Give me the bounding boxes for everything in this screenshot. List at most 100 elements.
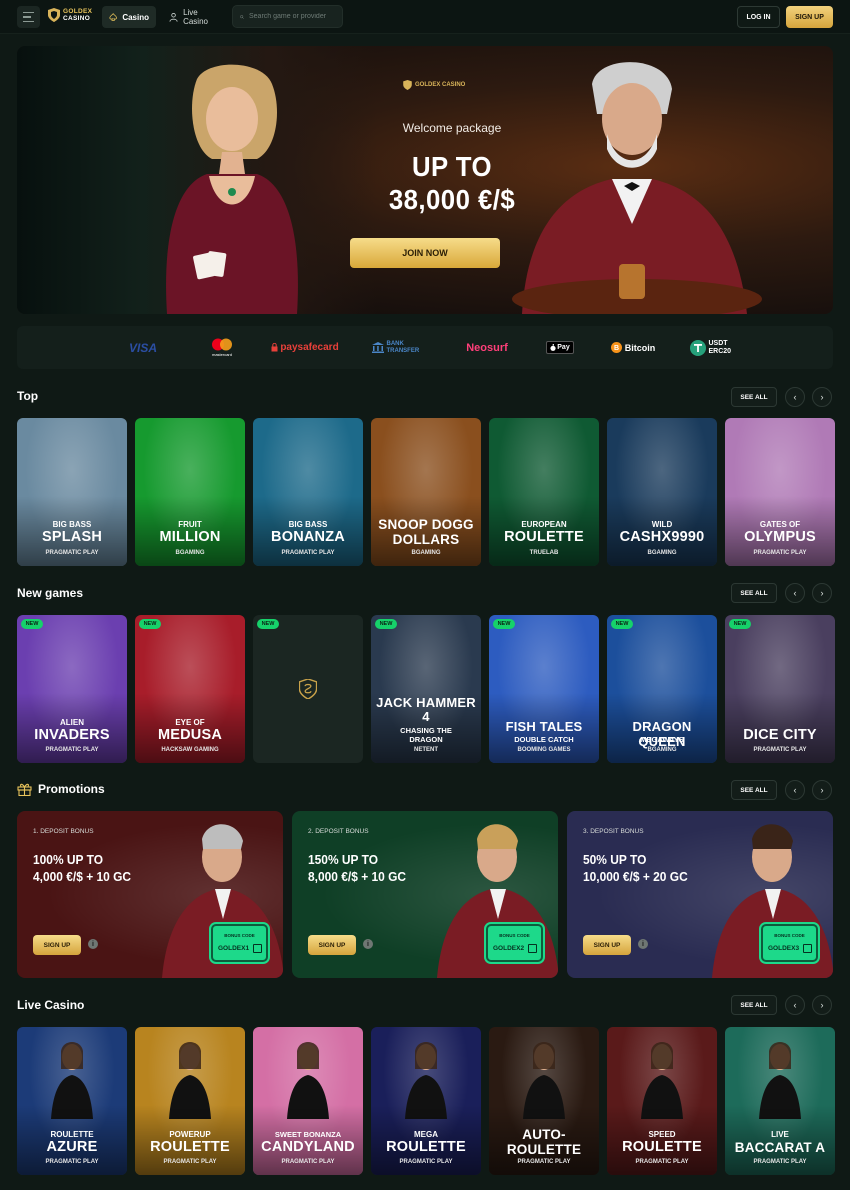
bonus-code-box[interactable]: BONUS CODE GOLDEX1 [211, 924, 268, 962]
game-provider: BGAMING [411, 550, 441, 556]
game-title-line1: BIG BASS [52, 520, 92, 529]
top-prev-arrow-icon[interactable]: ‹ [785, 387, 805, 407]
live-game-card[interactable]: ROULETTE AZURE PRAGMATIC PLAY [17, 1027, 127, 1175]
game-card[interactable]: SNOOP DOGG DOLLARS BGAMING [371, 418, 481, 566]
live-game-title-line1: LIVE [771, 1130, 789, 1139]
info-icon[interactable]: i [638, 939, 648, 949]
info-icon[interactable]: i [88, 939, 98, 949]
search-input[interactable] [249, 13, 335, 20]
game-card[interactable]: WILD CASHX9990 BGAMING [607, 418, 717, 566]
game-title: INVADERS [34, 727, 110, 743]
promo-card[interactable]: 2. DEPOSIT BONUS 150% UP TO 8,000 €/$ + 10… [292, 811, 558, 978]
new-games-see-all-button[interactable]: SEE ALL [731, 583, 777, 603]
copy-icon[interactable] [803, 944, 812, 953]
game-card[interactable]: NEW JACK HAMMER 4 CHASING THE DRAGON NETENT [371, 615, 481, 763]
bonus-code-label: BONUS CODE [224, 933, 255, 938]
promo-signup-button[interactable]: SIGN UP [33, 935, 81, 955]
live-casino-prev-arrow-icon[interactable]: ‹ [785, 995, 805, 1015]
site-logo[interactable]: GOLDEX CASINO [48, 8, 92, 22]
game-title-line1: WILD [651, 520, 673, 529]
bonus-code-box[interactable]: BONUS CODE GOLDEX2 [486, 924, 543, 962]
live-game-card[interactable]: SWEET BONANZA CANDYLAND PRAGMATIC PLAY [253, 1027, 363, 1175]
game-card[interactable]: NEW [253, 615, 363, 763]
new-badge: NEW [729, 619, 751, 629]
live-game-title: AZURE [46, 1139, 98, 1155]
live-game-card[interactable]: AUTO-ROULETTE PRAGMATIC PLAY [489, 1027, 599, 1175]
game-title: OLYMPUS [744, 529, 816, 545]
new-badge: NEW [257, 619, 279, 629]
live-casino-see-all-button[interactable]: SEE ALL [731, 995, 777, 1015]
game-provider: PRAGMATIC PLAY [281, 550, 335, 556]
game-card[interactable]: NEW DICE CITY PRAGMATIC PLAY [725, 615, 835, 763]
game-title: DICE CITY [743, 727, 817, 743]
game-provider: PRAGMATIC PLAY [753, 550, 807, 556]
promotions-prev-arrow-icon[interactable]: ‹ [785, 780, 805, 800]
payment-paysafecard-label: paysafecard [280, 342, 339, 353]
top-next-arrow-icon[interactable]: › [812, 387, 832, 407]
game-title-line1: FRUIT [178, 520, 202, 529]
copy-icon[interactable] [253, 944, 262, 953]
payment-bank-transfer: BANK TRANSFER [354, 326, 444, 369]
game-title-line1: EUROPEAN [521, 520, 567, 529]
game-card[interactable]: GATES OF OLYMPUS PRAGMATIC PLAY [725, 418, 835, 566]
hero-banner[interactable]: GOLDEX CASINO Welcome package UP TO 38,0… [17, 46, 833, 314]
game-card[interactable]: BIG BASS SPLASH PRAGMATIC PLAY [17, 418, 127, 566]
game-provider: PRAGMATIC PLAY [45, 550, 99, 556]
new-games-next-arrow-icon[interactable]: › [812, 583, 832, 603]
bitcoin-icon: B [610, 342, 622, 353]
game-card[interactable]: FRUIT MILLION BGAMING [135, 418, 245, 566]
info-icon[interactable]: i [363, 939, 373, 949]
promotions-see-all-button[interactable]: SEE ALL [731, 780, 777, 800]
promo-card[interactable]: 1. DEPOSIT BONUS 100% UP TO 4,000 €/$ + 10… [17, 811, 283, 978]
live-game-title: ROULETTE [150, 1139, 230, 1155]
game-title-line1: GATES OF [759, 520, 801, 529]
game-card[interactable]: BIG BASS BONANZA PRAGMATIC PLAY [253, 418, 363, 566]
live-game-title: ROULETTE [622, 1139, 702, 1155]
promo-signup-button[interactable]: SIGN UP [308, 935, 356, 955]
copy-icon[interactable] [528, 944, 537, 953]
tab-casino[interactable]: Casino [102, 6, 156, 28]
live-game-card[interactable]: POWERUP ROULETTE PRAGMATIC PLAY [135, 1027, 245, 1175]
promo-card[interactable]: 3. DEPOSIT BONUS 50% UP TO 10,000 €/$ + 20… [567, 811, 833, 978]
game-card[interactable]: NEW EYE OF MEDUSA HACKSAW GAMING [135, 615, 245, 763]
signup-button[interactable]: SIGN UP [786, 6, 833, 28]
live-game-provider: PRAGMATIC PLAY [753, 1159, 807, 1165]
bonus-code-box[interactable]: BONUS CODE GOLDEX3 [761, 924, 818, 962]
payment-mastercard: mastercard [188, 326, 256, 369]
live-game-card[interactable]: SPEED ROULETTE PRAGMATIC PLAY [607, 1027, 717, 1175]
payment-bitcoin: B Bitcoin [590, 326, 676, 369]
promo-headline-line2: 8,000 €/$ + 10 GC [308, 869, 407, 884]
top-see-all-button[interactable]: SEE ALL [731, 387, 777, 407]
promo-label: 2. DEPOSIT BONUS [308, 828, 369, 835]
menu-icon[interactable] [17, 6, 40, 28]
live-game-provider: PRAGMATIC PLAY [45, 1159, 99, 1165]
promo-headline: 150% UP TO 8,000 €/$ + 10 GC [308, 851, 406, 885]
search-box[interactable] [232, 5, 343, 28]
game-title: CASHX9990 [619, 529, 705, 545]
tether-icon [689, 339, 706, 356]
game-title-line1: BIG BASS [288, 520, 328, 529]
bonus-code-value: GOLDEX3 [768, 945, 800, 952]
game-subtitle: CHASING THE DRAGON [400, 726, 452, 744]
promotions-next-arrow-icon[interactable]: › [812, 780, 832, 800]
game-card[interactable]: EUROPEAN ROULETTE TRUELAB [489, 418, 599, 566]
live-game-card[interactable]: MEGA ROULETTE PRAGMATIC PLAY [371, 1027, 481, 1175]
spade-icon [109, 13, 117, 21]
tab-live-casino[interactable]: Live Casino [162, 6, 228, 28]
game-card[interactable]: NEW FISH TALES DOUBLE CATCH BOOMING GAMES [489, 615, 599, 763]
game-card[interactable]: NEW ALIEN INVADERS PRAGMATIC PLAY [17, 615, 127, 763]
new-games-prev-arrow-icon[interactable]: ‹ [785, 583, 805, 603]
join-now-button[interactable]: JOIN NOW [350, 238, 500, 268]
live-game-title-line1: MEGA [414, 1130, 438, 1139]
section-title-top: Top [17, 389, 39, 403]
live-casino-next-arrow-icon[interactable]: › [812, 995, 832, 1015]
live-game-card[interactable]: LIVE BACCARAT A PRAGMATIC PLAY [725, 1027, 835, 1175]
payment-apple-pay: Pay [530, 326, 590, 369]
login-button[interactable]: LOG IN [737, 6, 780, 28]
payment-usdt-label: USDT ERC20 [708, 339, 732, 355]
promo-signup-button[interactable]: SIGN UP [583, 935, 631, 955]
game-placeholder-logo-icon [298, 678, 318, 700]
game-provider: HACKSAW GAMING [161, 747, 219, 753]
game-card[interactable]: NEW DRAGON QUEEN MEGAWAYS BGAMING [607, 615, 717, 763]
game-title: JACK HAMMER 4 [376, 695, 476, 724]
